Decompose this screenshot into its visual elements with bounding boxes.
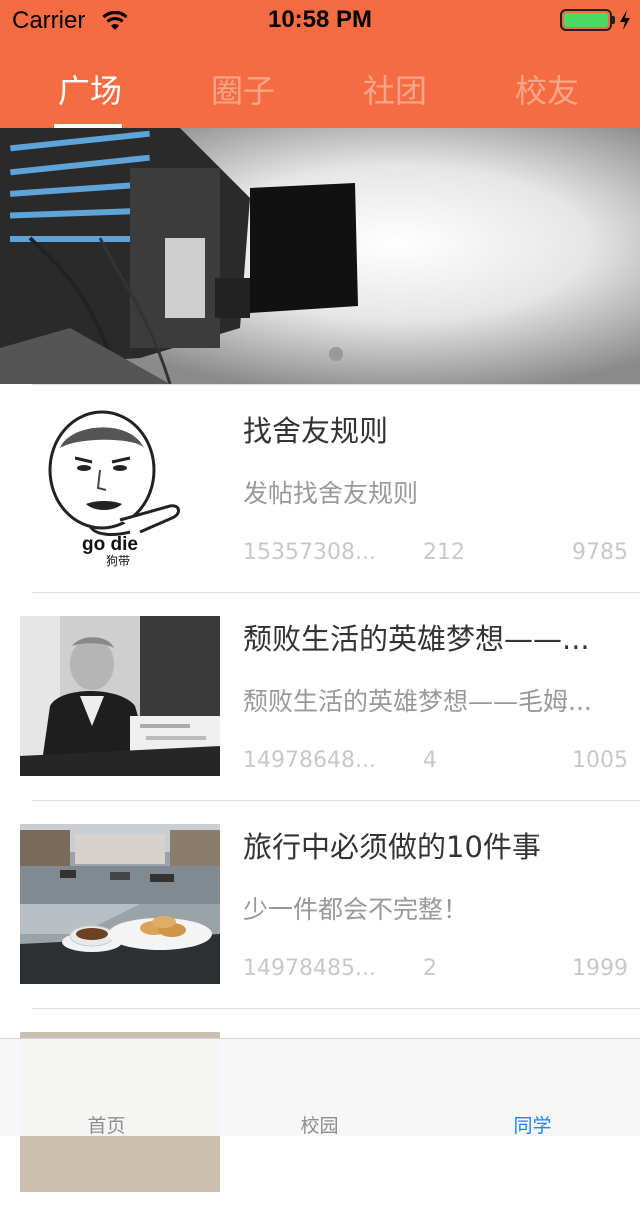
stage-light-image [0,128,640,384]
post-view-count: 9785 [572,540,628,565]
bottom-tab-bar: 首页 校园 同学 [0,1038,640,1138]
tab-alumni[interactable]: 校友 [471,66,623,112]
battery-tip [612,16,615,24]
post-thumbnail [20,616,220,776]
clock: 10:58 PM [267,6,373,33]
list-item[interactable]: 旅行中必须做的10件事 少一件都会不完整！ 14978485... 2 1999 [0,800,640,1008]
post-description: 颓败生活的英雄梦想——毛姆... [243,687,592,716]
divider [32,1008,640,1009]
tab-classmates[interactable]: 同学 [426,1111,639,1138]
post-timestamp: 15357308... [243,540,376,565]
list-item[interactable]: go die 狗带 找舍友规则 发帖找舍友规则 15357308... 212 … [0,384,640,592]
tab-clubs[interactable]: 社团 [319,66,471,112]
banner-carousel[interactable] [0,128,640,384]
post-view-count: 1005 [572,748,628,773]
post-description: 发帖找舍友规则 [243,479,419,508]
post-timestamp: 14978648... [243,748,376,773]
list-item[interactable]: 颓败生活的英雄梦想——... 颓败生活的英雄梦想——毛姆... 14978648… [0,592,640,800]
post-description: 少一件都会不完整！ [243,895,469,924]
divider [32,592,640,593]
carousel-page-dot[interactable] [329,347,343,361]
post-title: 旅行中必须做的10件事 [243,830,541,864]
divider [32,384,640,385]
meme-subcaption: 狗带 [106,554,131,568]
tab-home[interactable]: 首页 [0,1111,213,1138]
status-bar: Carrier 10:58 PM [0,0,640,40]
tab-circles[interactable]: 圈子 [167,66,319,112]
post-comment-count: 2 [423,956,437,981]
post-title: 颓败生活的英雄梦想——... [243,622,590,656]
charging-icon [620,10,630,30]
post-title: 找舍友规则 [243,414,389,448]
post-comment-count: 4 [423,748,437,773]
post-thumbnail [20,824,220,984]
post-view-count: 1999 [572,956,628,981]
top-tab-bar: 广场 圈子 社团 校友 [0,40,640,128]
divider [32,800,640,801]
battery-icon [560,9,612,31]
post-timestamp: 14978485... [243,956,376,981]
post-thumbnail: go die 狗带 [20,408,220,568]
tab-campus[interactable]: 校园 [213,1111,426,1138]
tab-square[interactable]: 广场 [14,66,166,112]
post-comment-count: 212 [423,540,465,565]
